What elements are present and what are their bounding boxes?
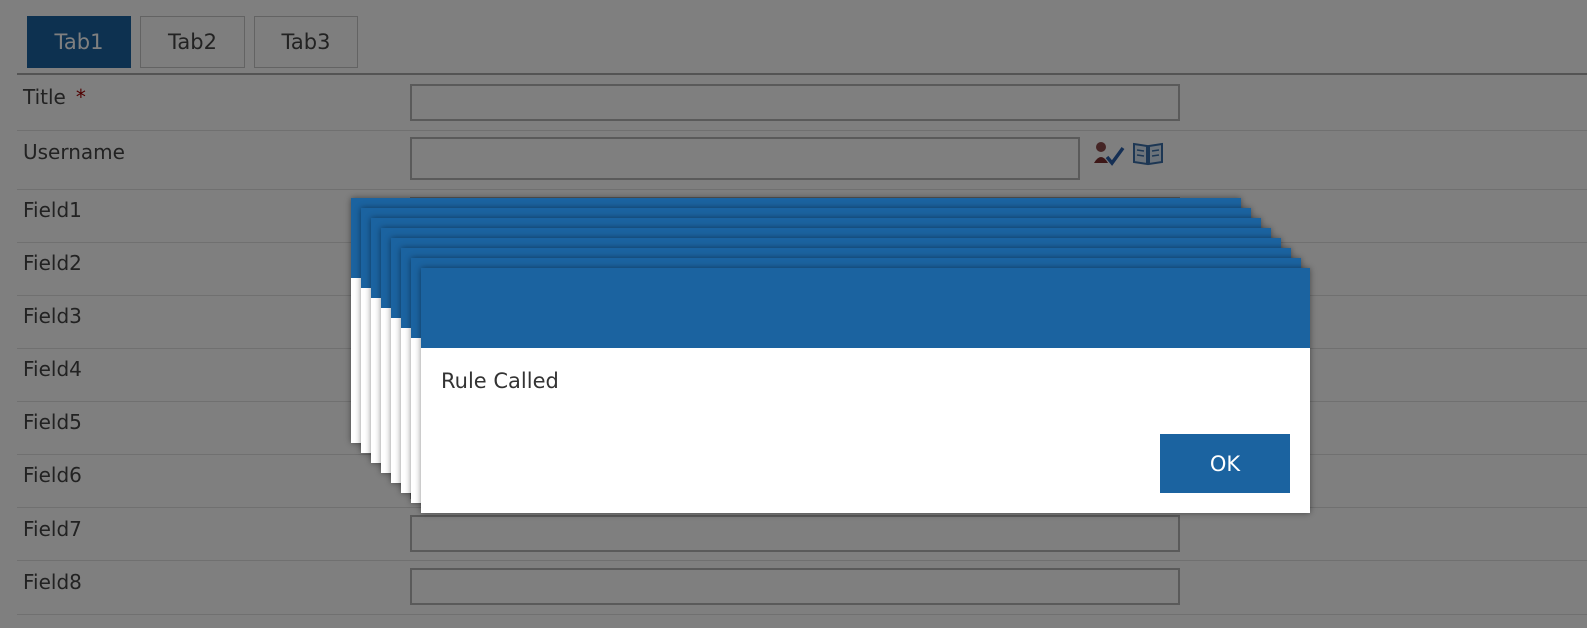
ok-button[interactable]: OK [1160,434,1290,493]
rule-called-dialog: Rule Called OK [421,268,1310,513]
dialog-message: Rule Called [441,369,559,393]
dialog-title-bar [421,268,1310,348]
